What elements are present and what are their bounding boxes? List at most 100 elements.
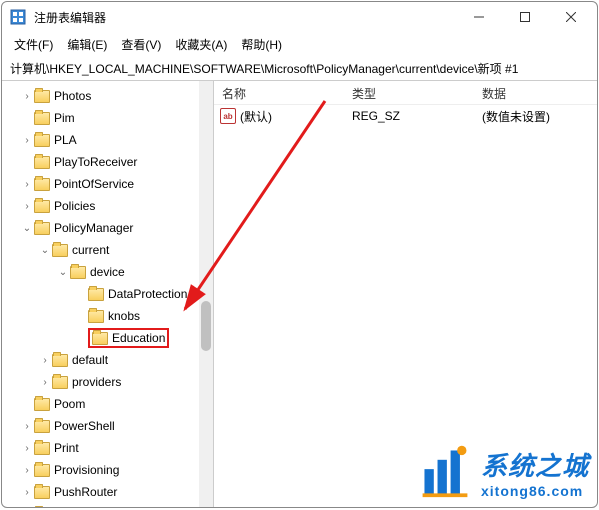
close-icon xyxy=(566,12,576,22)
maximize-button[interactable] xyxy=(503,3,547,31)
brand-title: 系统之城 xyxy=(481,446,589,483)
menu-edit[interactable]: 编辑(E) xyxy=(61,34,113,55)
menu-help[interactable]: 帮助(H) xyxy=(235,34,288,55)
tree-label: current xyxy=(72,243,109,257)
tree-item-policymanager[interactable]: ⌄ PolicyManager xyxy=(2,217,213,239)
tree-item-dataprotection[interactable]: DataProtection xyxy=(2,283,213,305)
tree-panel: › Photos Pim › PLA PlayToReceiver › PointOf… xyxy=(2,81,214,507)
tree-label: Photos xyxy=(54,89,91,103)
address-bar[interactable]: 计算机\HKEY_LOCAL_MACHINE\SOFTWARE\Microsof… xyxy=(2,57,597,81)
expander-icon[interactable]: › xyxy=(38,355,52,366)
col-data[interactable]: 数据 xyxy=(474,81,597,104)
folder-icon xyxy=(70,266,86,279)
menubar: 文件(F) 编辑(E) 查看(V) 收藏夹(A) 帮助(H) xyxy=(2,32,597,57)
tree-item-powershell[interactable]: › PowerShell xyxy=(2,415,213,437)
expander-icon[interactable]: › xyxy=(38,377,52,388)
folder-icon xyxy=(34,442,50,455)
tree-scrollbar[interactable] xyxy=(199,81,213,507)
window-title: 注册表编辑器 xyxy=(34,9,457,26)
expander-icon[interactable]: › xyxy=(20,443,34,454)
tree-label: device xyxy=(90,265,125,279)
tree-label: PointOfService xyxy=(54,177,134,191)
value-data: (数值未设置) xyxy=(474,108,597,125)
tree-label: knobs xyxy=(108,309,140,323)
value-type: REG_SZ xyxy=(344,109,474,123)
titlebar: 注册表编辑器 xyxy=(2,2,597,32)
tree-item-device[interactable]: ⌄ device xyxy=(2,261,213,283)
folder-icon xyxy=(52,244,68,257)
folder-icon xyxy=(34,420,50,433)
expander-icon[interactable]: › xyxy=(20,487,34,498)
folder-icon xyxy=(34,112,50,125)
tree-label: PushRouter xyxy=(54,485,117,499)
folder-icon xyxy=(34,486,50,499)
tree-label: default xyxy=(72,353,108,367)
expander-icon[interactable]: ⌄ xyxy=(38,245,52,256)
tree-item-poom[interactable]: Poom xyxy=(2,393,213,415)
string-value-icon: ab xyxy=(220,108,236,124)
menu-favorites[interactable]: 收藏夹(A) xyxy=(169,34,233,55)
tree-label: Provisioning xyxy=(54,463,119,477)
tree-item-radar[interactable]: ›RADAR xyxy=(2,503,213,507)
brand-url: xitong86.com xyxy=(481,483,589,499)
tree-label: providers xyxy=(72,375,121,389)
tree-item-pointofservice[interactable]: › PointOfService xyxy=(2,173,213,195)
expander-icon[interactable]: ⌄ xyxy=(20,223,34,234)
folder-icon xyxy=(34,156,50,169)
brand-icon xyxy=(417,443,473,502)
tree-label: PowerShell xyxy=(54,419,115,433)
minimize-button[interactable] xyxy=(457,3,501,31)
expander-icon[interactable]: › xyxy=(20,421,34,432)
list-header: 名称 类型 数据 xyxy=(214,81,597,105)
folder-icon xyxy=(34,178,50,191)
expander-icon[interactable]: ⌄ xyxy=(56,267,70,278)
tree-label: PolicyManager xyxy=(54,221,133,235)
folder-icon xyxy=(34,134,50,147)
folder-icon xyxy=(92,332,108,345)
expander-icon[interactable]: › xyxy=(20,91,34,102)
folder-icon xyxy=(34,200,50,213)
registry-editor-window: 注册表编辑器 文件(F) 编辑(E) 查看(V) 收藏夹(A) 帮助(H) 计算… xyxy=(1,1,598,508)
tree-label: Pim xyxy=(54,111,75,125)
expander-icon[interactable]: › xyxy=(20,179,34,190)
tree-label: DataProtection xyxy=(108,287,187,301)
expander-icon[interactable]: › xyxy=(20,465,34,476)
tree-item-pim[interactable]: Pim xyxy=(2,107,213,129)
minimize-icon xyxy=(474,12,484,22)
tree-label: Policies xyxy=(54,199,95,213)
tree-item-provisioning[interactable]: › Provisioning xyxy=(2,459,213,481)
tree-item-policies[interactable]: › Policies xyxy=(2,195,213,217)
tree-item-pla[interactable]: › PLA xyxy=(2,129,213,151)
folder-icon xyxy=(88,288,104,301)
folder-icon xyxy=(52,376,68,389)
tree-item-default[interactable]: › default xyxy=(2,349,213,371)
menu-view[interactable]: 查看(V) xyxy=(115,34,167,55)
tree-item-print[interactable]: › Print xyxy=(2,437,213,459)
list-row-default[interactable]: ab (默认) REG_SZ (数值未设置) xyxy=(214,105,597,127)
close-button[interactable] xyxy=(549,3,593,31)
tree-label: Education xyxy=(112,331,165,345)
folder-icon xyxy=(34,90,50,103)
expander-icon[interactable]: › xyxy=(20,201,34,212)
tree-item-knobs[interactable]: knobs xyxy=(2,305,213,327)
folder-icon xyxy=(34,222,50,235)
col-type[interactable]: 类型 xyxy=(344,81,474,104)
scroll-thumb[interactable] xyxy=(201,301,211,351)
value-name: (默认) xyxy=(240,108,272,125)
tree-label: PLA xyxy=(54,133,77,147)
tree-item-education[interactable]: Education xyxy=(2,327,213,349)
tree-item-pushrouter[interactable]: › PushRouter xyxy=(2,481,213,503)
menu-file[interactable]: 文件(F) xyxy=(8,34,59,55)
maximize-icon xyxy=(520,12,530,22)
window-buttons xyxy=(457,3,593,31)
folder-icon xyxy=(52,354,68,367)
tree-label: Print xyxy=(54,441,79,455)
folder-icon xyxy=(34,464,50,477)
watermark: 系统之城 xitong86.com xyxy=(417,443,589,502)
tree-item-current[interactable]: ⌄ current xyxy=(2,239,213,261)
tree-item-playtoreceiver[interactable]: PlayToReceiver xyxy=(2,151,213,173)
tree-item-providers[interactable]: › providers xyxy=(2,371,213,393)
expander-icon[interactable]: › xyxy=(20,135,34,146)
tree-item-photos[interactable]: › Photos xyxy=(2,85,213,107)
col-name[interactable]: 名称 xyxy=(214,81,344,104)
